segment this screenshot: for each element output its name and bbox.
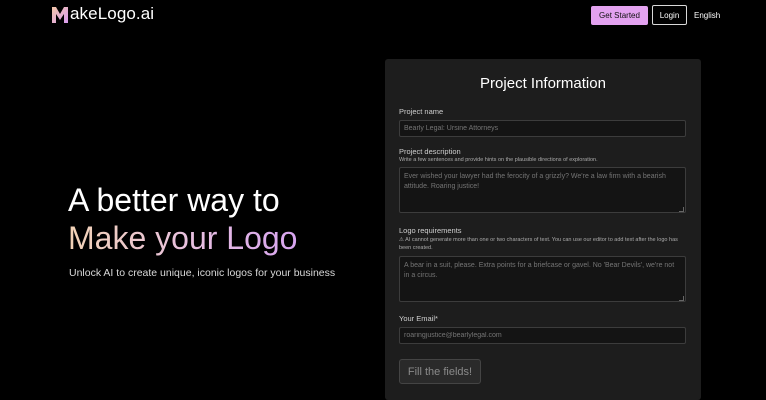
- logo-m-icon: [52, 6, 68, 23]
- project-name-label: Project name: [399, 107, 444, 116]
- language-selector[interactable]: English: [694, 11, 720, 20]
- brand-logo[interactable]: akeLogo.ai: [51, 4, 154, 24]
- brand-name: akeLogo.ai: [70, 4, 155, 23]
- logo-requirements-input[interactable]: [399, 256, 686, 302]
- project-description-input[interactable]: [399, 167, 686, 213]
- email-label: Your Email*: [399, 314, 438, 323]
- project-name-input[interactable]: [399, 120, 686, 137]
- project-description-hint: Write a few sentences and provide hints …: [399, 157, 598, 163]
- project-description-label: Project description: [399, 147, 461, 156]
- hero-subtitle: Unlock AI to create unique, iconic logos…: [69, 267, 336, 279]
- logo-requirements-wrapper: [399, 256, 686, 303]
- login-button[interactable]: Login: [652, 5, 687, 25]
- get-started-button[interactable]: Get Started: [591, 6, 648, 25]
- resize-handle-icon[interactable]: [679, 207, 684, 212]
- hero-heading: A better way to: [68, 182, 280, 218]
- submit-button[interactable]: Fill the fields!: [399, 359, 481, 384]
- project-description-wrapper: [399, 167, 686, 214]
- logo-requirements-hint: ⚠ AI cannot generate more than one or tw…: [399, 237, 678, 251]
- logo-requirements-label: Logo requirements: [399, 226, 462, 235]
- email-field[interactable]: [399, 327, 686, 344]
- project-form: Project Information Project name Project…: [385, 59, 701, 400]
- resize-handle-icon[interactable]: [679, 296, 684, 301]
- form-title: Project Information: [480, 75, 606, 92]
- hero-heading-highlight: Make your Logo: [68, 220, 298, 256]
